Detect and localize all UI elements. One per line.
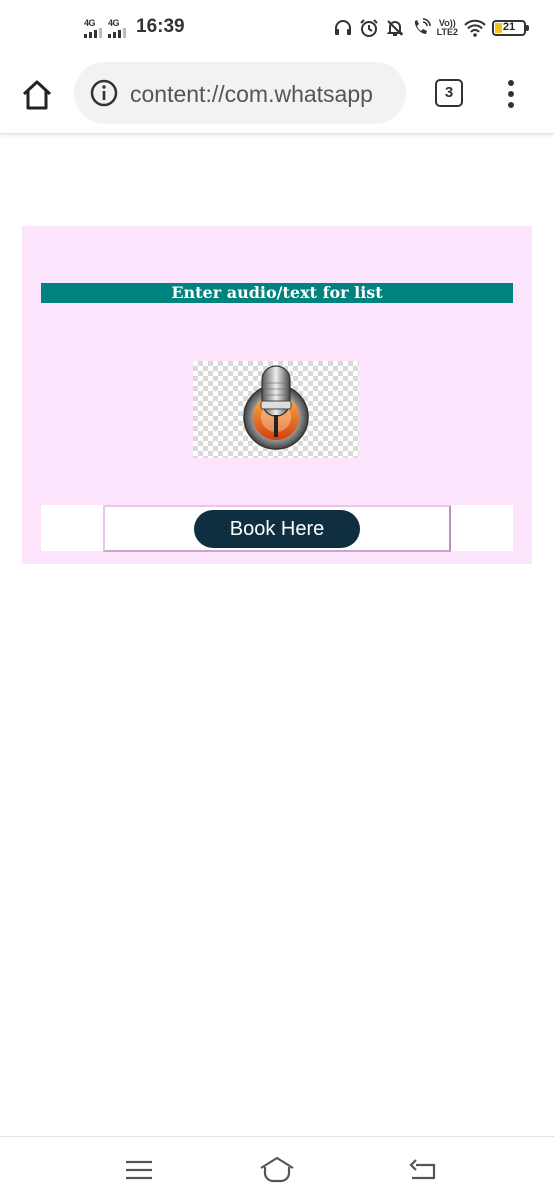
status-bar: 4G 4G 16:39 Vo)) LTE2 21 <box>0 0 554 60</box>
content-panel: Enter audio/text for list Book Here <box>22 226 532 564</box>
wifi-icon <box>464 19 486 37</box>
alarm-icon <box>359 19 378 37</box>
dot <box>508 91 514 97</box>
volte-indicator: Vo)) LTE2 <box>437 19 458 37</box>
booking-frame: Book Here <box>103 505 451 552</box>
bell-muted-icon <box>386 20 404 36</box>
status-right: Vo)) LTE2 21 <box>333 18 529 38</box>
section-heading: Enter audio/text for list <box>41 283 513 303</box>
status-left: 4G 4G 16:39 <box>84 16 185 38</box>
sim2-network-label: 4G <box>108 18 120 28</box>
home-icon <box>22 80 52 110</box>
home-button[interactable] <box>20 78 54 112</box>
sim1-network-label: 4G <box>84 18 96 28</box>
booking-row: Book Here <box>41 505 513 552</box>
microphone-icon <box>243 365 309 450</box>
signal-bars-icon <box>84 28 102 38</box>
battery-level: 21 <box>502 21 516 33</box>
headphones-icon <box>334 20 351 35</box>
wifi-calling-icon <box>414 18 431 34</box>
tab-switcher-button[interactable]: 3 <box>435 79 463 107</box>
volte-bottom-label: LTE2 <box>436 27 458 37</box>
browser-toolbar: content://com.whatsapp 3 <box>0 60 554 134</box>
signal-bars-icon <box>108 28 126 38</box>
info-icon[interactable] <box>90 79 118 107</box>
url-text[interactable]: content://com.whatsapp <box>130 80 400 108</box>
clock: 16:39 <box>136 16 185 37</box>
sim2-signal: 4G <box>108 19 126 38</box>
home-nav-icon[interactable] <box>258 1155 296 1183</box>
sim1-signal: 4G <box>84 19 102 38</box>
microphone-image[interactable] <box>193 361 359 458</box>
overflow-menu-button[interactable] <box>504 80 518 108</box>
address-bar[interactable]: content://com.whatsapp <box>74 62 406 124</box>
system-navigation-bar <box>0 1136 554 1200</box>
recent-apps-icon[interactable] <box>124 1159 154 1181</box>
dot <box>508 102 514 108</box>
book-here-button[interactable]: Book Here <box>194 510 360 548</box>
back-nav-icon[interactable] <box>408 1157 438 1181</box>
dot <box>508 80 514 86</box>
battery-icon: 21 <box>492 20 529 36</box>
